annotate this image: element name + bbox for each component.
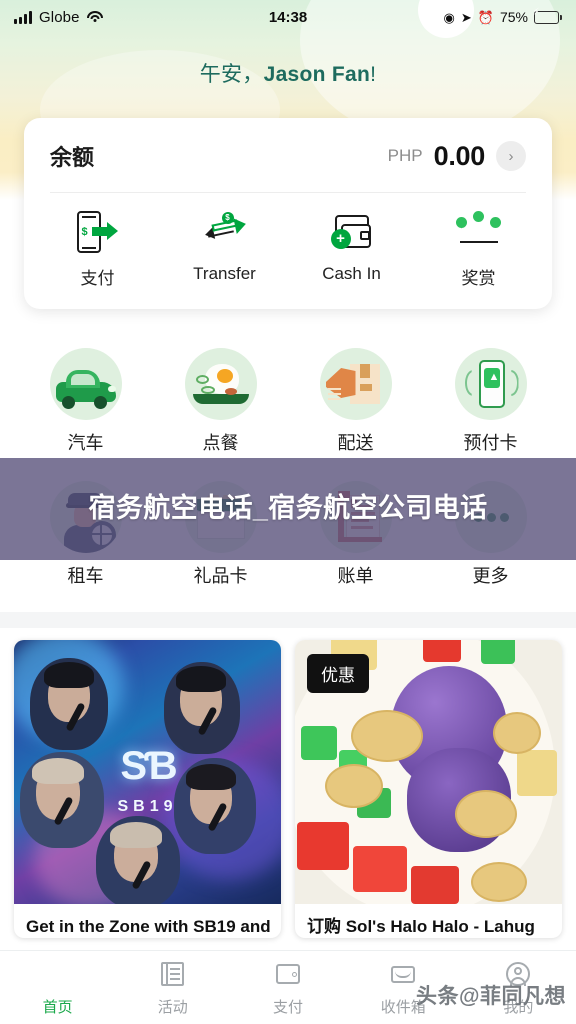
sb19-concert-artwork: SƁ SB19	[14, 640, 281, 904]
quick-action-label: Cash In	[322, 264, 381, 283]
currency-label: PHP	[387, 146, 423, 165]
service-item-food[interactable]: 点餐	[153, 348, 288, 455]
promo-card-sb19[interactable]: SƁ SB19 Get in the Zone with SB19 and	[14, 640, 281, 939]
greeting-user-name: Jason Fan	[263, 63, 371, 86]
service-label: 更多	[472, 566, 509, 586]
battery-percent-label: 75%	[499, 9, 528, 25]
quick-action-transfer[interactable]: $ Transfer	[161, 211, 288, 289]
quick-action-label: 奖赏	[461, 269, 496, 288]
service-label: 配送	[337, 433, 374, 453]
crown-icon	[455, 211, 502, 253]
balance-card[interactable]: 余额 PHP 0.00 › $ 支付 $ Transfer + Cash In …	[24, 118, 552, 309]
quick-action-label: 支付	[80, 269, 115, 288]
food-plate-icon	[184, 348, 257, 420]
watermark-text: 头条@菲同凡想	[416, 985, 566, 1008]
service-label: 礼品卡	[193, 566, 248, 586]
greeting-salutation: 午安，	[199, 63, 264, 86]
nav-item-home[interactable]: 首页	[0, 959, 115, 1017]
wallet-plus-icon: +	[329, 211, 375, 253]
overlay-banner-title: 宿务航空电话_宿务航空公司电话	[88, 493, 488, 524]
pages-icon	[158, 959, 188, 989]
balance-summary-row[interactable]: 余额 PHP 0.00 ›	[24, 118, 552, 192]
transfer-arrows-icon: $	[202, 211, 248, 253]
battery-charging-icon: ⚡	[532, 7, 562, 24]
delivery-box-icon	[319, 348, 392, 420]
nav-label: 支付	[273, 998, 304, 1016]
balance-label: 余额	[50, 145, 95, 170]
quick-actions-row: $ 支付 $ Transfer + Cash In 奖赏	[24, 193, 552, 309]
chevron-right-icon[interactable]: ›	[496, 141, 526, 171]
location-arrow-icon: ➤	[460, 9, 472, 25]
quick-action-cash-in[interactable]: + Cash In	[288, 211, 415, 289]
car-icon	[49, 348, 122, 420]
nav-label: 活动	[157, 998, 188, 1016]
balance-amount-group: PHP 0.00 ›	[388, 141, 526, 172]
nav-label: 首页	[42, 998, 73, 1016]
nav-item-activity[interactable]: 活动	[115, 959, 230, 1017]
status-bar-right: ◉ ➤ ⏰ 75% ⚡	[443, 7, 562, 25]
inbox-icon	[388, 959, 418, 989]
service-label: 预付卡	[463, 433, 518, 453]
quick-action-pay[interactable]: $ 支付	[34, 211, 161, 289]
service-item-car[interactable]: 汽车	[18, 348, 153, 455]
compass-icon	[43, 959, 73, 989]
promo-caption: Get in the Zone with SB19 and	[26, 917, 271, 936]
services-row-1: 汽车 点餐 配送 ▲ 预付卡	[0, 348, 576, 455]
service-label: 账单	[337, 566, 374, 586]
balance-amount: 0.00	[433, 140, 486, 171]
wallet-icon	[273, 959, 303, 989]
promo-card-halohalo[interactable]: 优惠 订购 Sol's Halo Halo - Lahug	[295, 640, 562, 939]
promo-image-halohalo: 优惠	[295, 640, 562, 904]
status-bar: Globe 14:38 ◉ ➤ ⏰ 75% ⚡	[0, 0, 576, 34]
alarm-icon: ⏰	[477, 9, 494, 25]
promo-cards-row: SƁ SB19 Get in the Zone with SB19 and 优惠…	[0, 640, 576, 939]
sb19-logo-text: SB19	[117, 798, 178, 815]
promo-caption: 订购 Sol's Halo Halo - Lahug	[307, 917, 535, 936]
quick-action-label: Transfer	[193, 264, 256, 283]
service-item-prepaid[interactable]: ▲ 预付卡	[423, 348, 558, 455]
quick-action-rewards[interactable]: 奖赏	[415, 211, 542, 289]
service-label: 点餐	[202, 433, 239, 453]
service-item-delivery[interactable]: 配送	[288, 348, 423, 455]
service-label: 汽车	[67, 433, 104, 453]
nav-item-pay[interactable]: 支付	[230, 959, 345, 1017]
overlay-banner: 宿务航空电话_宿务航空公司电话	[0, 458, 576, 560]
sb19-logo-mark: SƁ	[120, 744, 177, 788]
service-label: 租车	[67, 566, 104, 586]
promo-badge: 优惠	[307, 654, 369, 693]
greeting-punctuation: !	[370, 63, 377, 86]
phone-payment-icon: $	[75, 211, 121, 253]
promo-image-sb19: SƁ SB19	[14, 640, 281, 904]
location-circle-icon: ◉	[443, 9, 455, 25]
greeting-text: 午安，Jason Fan!	[0, 58, 576, 88]
prepaid-load-icon: ▲	[454, 348, 527, 420]
section-separator	[0, 612, 576, 628]
